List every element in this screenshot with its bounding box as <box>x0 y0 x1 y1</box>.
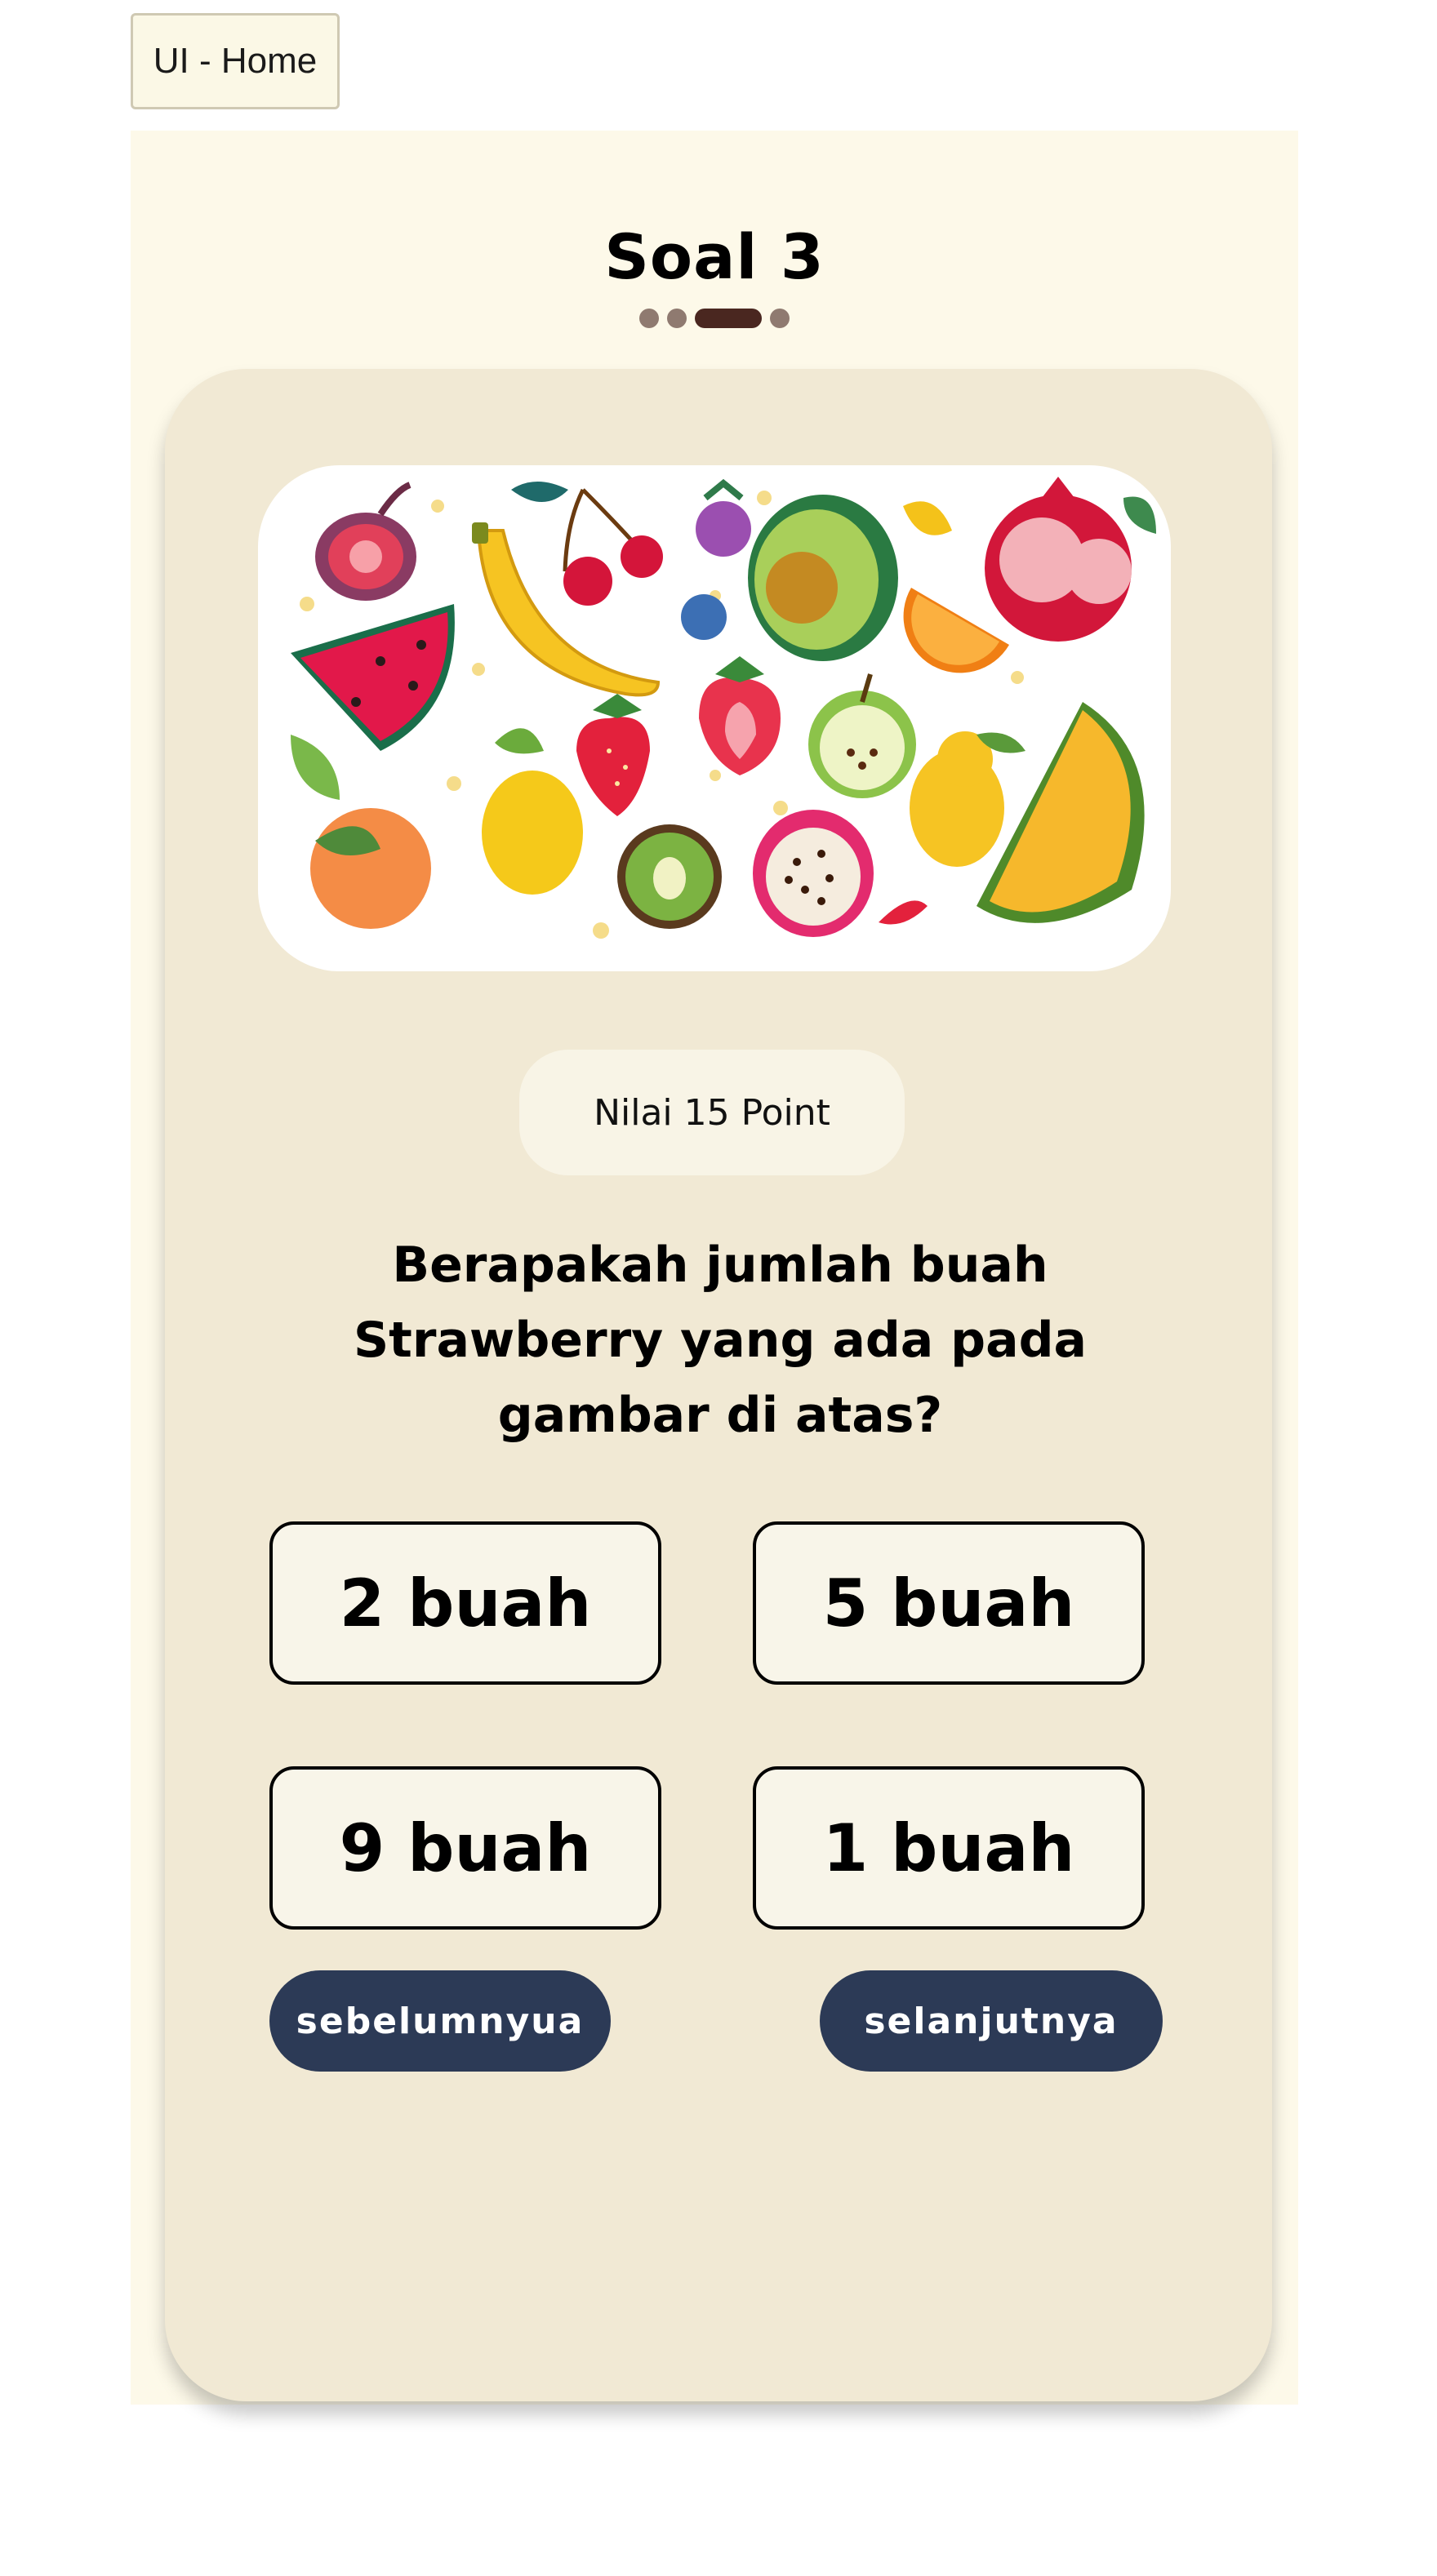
answer-option-1[interactable]: 2 buah <box>269 1521 661 1685</box>
answer-option-3[interactable]: 9 buah <box>269 1766 661 1930</box>
progress-indicator <box>131 309 1298 328</box>
home-tab[interactable]: UI - Home <box>131 13 340 109</box>
progress-dot-3-active <box>695 309 762 328</box>
question-card: Nilai 15 Point Berapakah jumlah buah Str… <box>165 369 1272 2401</box>
previous-button[interactable]: sebelumnyua <box>269 1970 611 2072</box>
points-badge: Nilai 15 Point <box>519 1050 905 1175</box>
quiz-screen: Soal 3 Nilai 15 Point Berapakah jumlah b… <box>131 131 1298 2405</box>
fruits-illustration <box>258 465 1171 971</box>
progress-dot-4 <box>770 309 790 328</box>
question-text: Berapakah jumlah buah Strawberry yang ad… <box>353 1237 1088 1444</box>
progress-dot-1 <box>639 309 659 328</box>
progress-dot-2 <box>667 309 687 328</box>
question-title: Soal 3 <box>604 220 825 293</box>
next-button[interactable]: selanjutnya <box>820 1970 1163 2072</box>
answer-option-4[interactable]: 1 buah <box>753 1766 1145 1930</box>
answer-option-2[interactable]: 5 buah <box>753 1521 1145 1685</box>
